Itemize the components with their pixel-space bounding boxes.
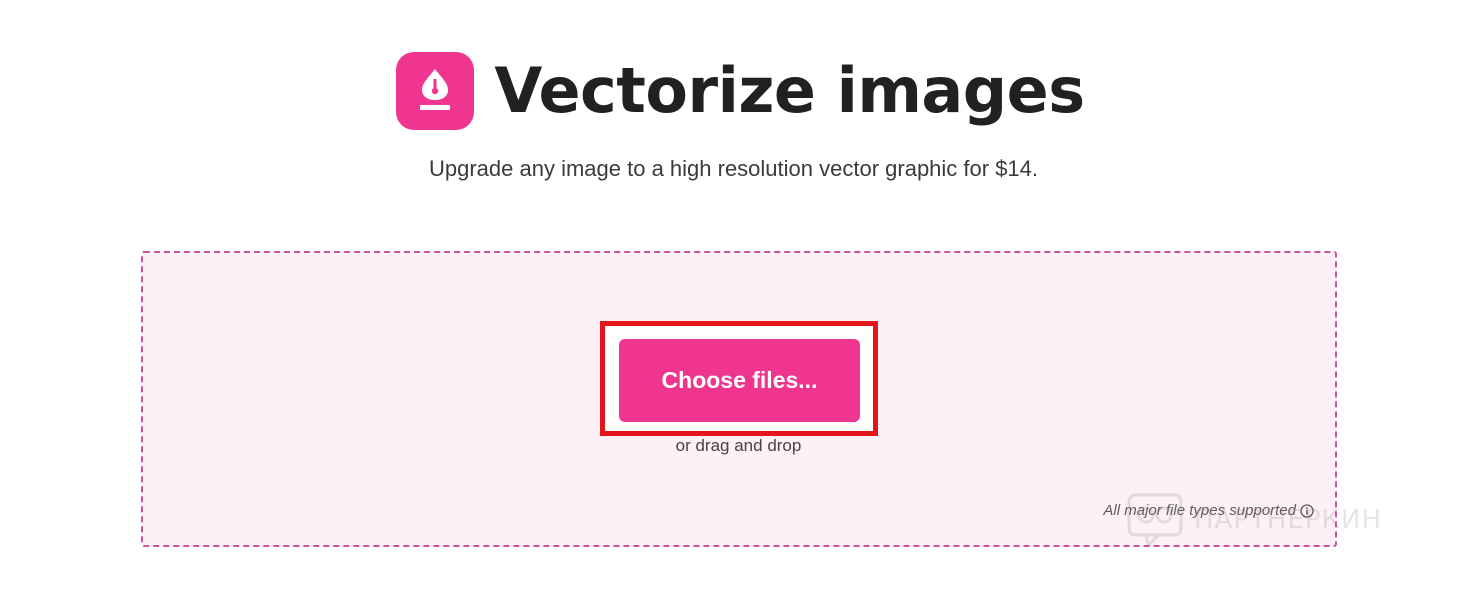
watermark: ПАРТНЕРКИН: [1126, 492, 1382, 548]
watermark-text: ПАРТНЕРКИН: [1194, 505, 1383, 535]
header: Vectorize images: [0, 52, 1467, 130]
page-subtitle: Upgrade any image to a high resolution v…: [428, 156, 1039, 181]
drag-and-drop-note: or drag and drop: [675, 436, 802, 455]
pen-nib-icon: [396, 52, 475, 130]
page: Vectorize images Upgrade any image to a …: [0, 0, 1467, 607]
page-title: Vectorize images: [494, 54, 1085, 127]
choose-files-button[interactable]: Choose files...: [619, 339, 860, 422]
watermark-logo-icon: [1127, 493, 1183, 548]
